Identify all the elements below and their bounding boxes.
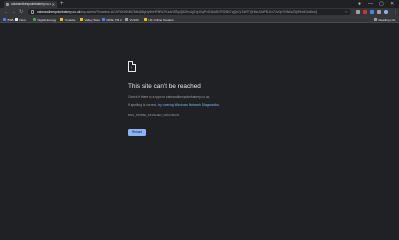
address-bar[interactable]: cakeandbespokebakery.co.uk/wp-admin/?Ina… (28, 9, 351, 15)
suggestion-suffix: . (218, 103, 220, 107)
bookmark-item[interactable]: VC163 (125, 16, 139, 23)
bookmark-item[interactable]: Valley Sites (80, 16, 100, 23)
sad-document-icon: :( (128, 61, 136, 72)
bookmark-item[interactable]: Digital Energy (33, 16, 56, 23)
bookmark-label: Digital Energy (37, 17, 57, 22)
back-button[interactable]: ← (4, 8, 9, 16)
sad-face: :( (130, 66, 133, 69)
bookmark-label: DFSL TM 2 (106, 17, 122, 22)
bookmark-label: UK Online Tenders (148, 17, 174, 22)
globe-icon (6, 3, 9, 6)
url-host: cakeandbespokebakery.co.uk (37, 10, 81, 14)
folder-icon (80, 18, 83, 21)
profile-icon[interactable]: ● (358, 0, 361, 8)
extension-icon[interactable] (370, 10, 374, 14)
info-icon[interactable] (31, 10, 34, 14)
avatar[interactable] (384, 10, 388, 14)
reload-button[interactable]: Reload (128, 129, 146, 136)
tab-active[interactable]: cakeandbespokebakery.co.uk ✕ (4, 1, 57, 8)
reload-icon[interactable]: ↻ (19, 8, 23, 16)
menu-icon[interactable]: ⋮ (393, 8, 398, 16)
folder-icon (144, 18, 147, 21)
extension-icon[interactable] (356, 10, 360, 14)
bookmark-favicon-icon (102, 18, 105, 21)
tab-strip: cakeandbespokebakery.co.uk ✕ + ● — ▢ ✕ (0, 0, 399, 8)
folder-icon (60, 18, 63, 21)
error-title: This site can’t be reached (128, 83, 201, 90)
bookmark-favicon-icon (15, 18, 18, 21)
bookmark-star-icon[interactable]: ☆ (344, 9, 348, 15)
bookmark-label: Nest (19, 17, 26, 22)
bookmark-favicon-icon (33, 18, 36, 21)
close-window-button[interactable]: ✕ (390, 0, 394, 8)
error-code: DNS_PROBE_FINISHED_NXDOMAIN (128, 113, 180, 117)
suggestion-prefix: If spelling is correct, (128, 103, 159, 107)
bookmark-favicon-icon (125, 18, 128, 21)
tab-close-icon[interactable]: ✕ (52, 1, 55, 8)
extensions-puzzle-icon[interactable] (377, 10, 381, 14)
minimize-button[interactable]: — (368, 0, 373, 8)
reading-list-label: Reading List (378, 17, 396, 22)
browser-toolbar: ← → ↻ cakeandbespokebakery.co.uk/wp-admi… (0, 8, 399, 16)
tab-title: cakeandbespokebakery.co.uk (11, 2, 51, 6)
bookmark-label: Valley Sites (84, 17, 100, 22)
reading-list-button[interactable]: Reading List (374, 16, 395, 23)
network-diagnostics-link[interactable]: try running Windows Network Diagnostics (158, 103, 219, 107)
bookmark-item[interactable]: Nest (15, 16, 26, 23)
bookmarks-bar: BSB Nest Digital Energy Youtube Valley S… (0, 16, 399, 23)
extension-icon[interactable] (363, 10, 367, 14)
bookmark-item[interactable]: Youtube (60, 16, 75, 23)
bookmark-label: Youtube (64, 17, 76, 22)
url-text[interactable]: cakeandbespokebakery.co.uk/wp-admin/?Ina… (37, 9, 337, 15)
url-path: /wp-admin/?Inactive-ACAP4KWhf5CMk4jf8gHy… (80, 10, 318, 14)
bookmark-label: VC163 (129, 17, 139, 22)
error-suggestion-diagnostics: If spelling is correct, try running Wind… (128, 103, 220, 107)
new-tab-button[interactable]: + (60, 0, 64, 8)
bookmark-item[interactable]: BSB (3, 16, 14, 23)
bookmark-favicon-icon (3, 18, 6, 21)
reading-list-icon (374, 18, 377, 21)
bookmark-label: BSB (7, 17, 14, 22)
bookmark-item[interactable]: DFSL TM 2 (102, 16, 122, 23)
forward-button[interactable]: → (11, 8, 16, 16)
bookmark-item[interactable]: UK Online Tenders (144, 16, 174, 23)
maximize-button[interactable]: ▢ (379, 0, 384, 8)
error-suggestion-typo: Check if there is a typo in cakeandbespo… (128, 95, 211, 99)
